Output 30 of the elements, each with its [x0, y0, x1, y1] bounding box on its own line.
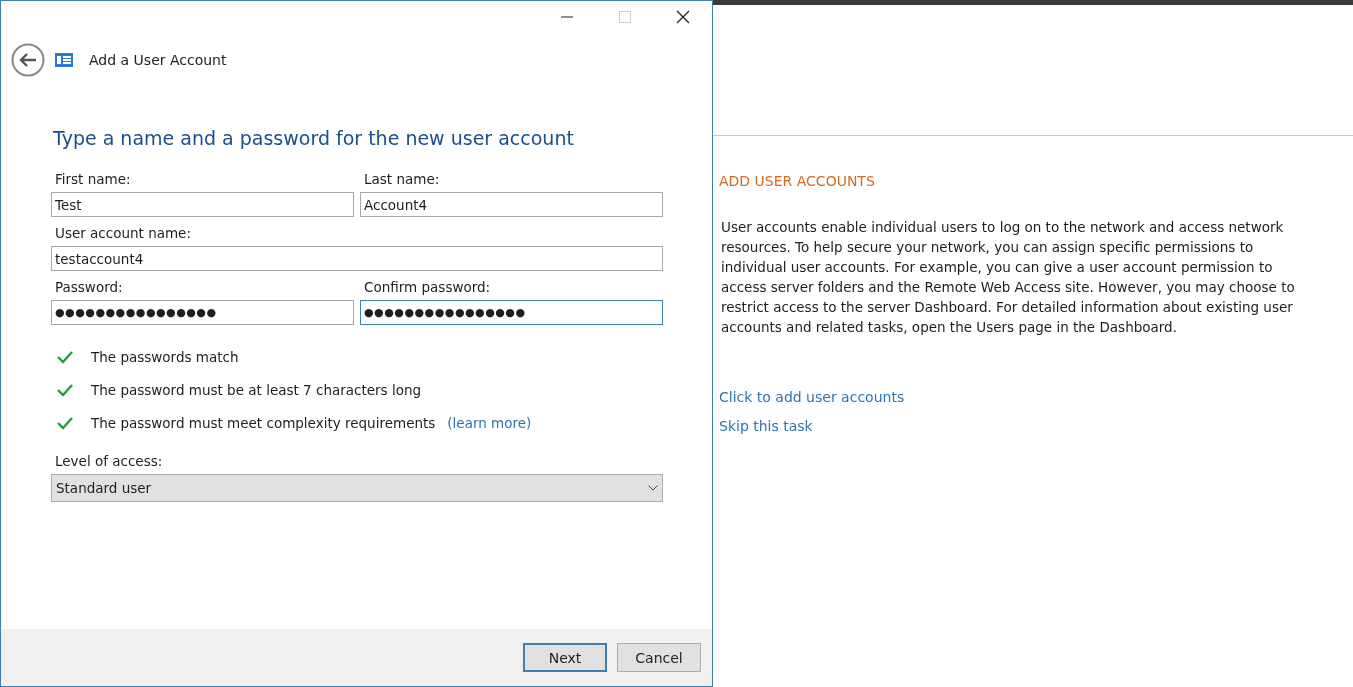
next-button[interactable]: Next	[523, 643, 607, 672]
password-field[interactable]: ●●●●●●●●●●●●●●●●	[360, 300, 663, 325]
chevron-down-icon	[648, 485, 658, 491]
text-field[interactable]: testaccount4	[51, 246, 663, 271]
access-dropdown[interactable]: Standard user	[51, 474, 663, 502]
requirement-text: The password must be at least 7 characters long	[91, 382, 422, 398]
field-label: User account name:	[55, 225, 192, 241]
description-text: User accounts enable individual users to log on to the network and access network resources. To help secure your network, you can assign specific permissions to individual user accounts. For example, you can give a user account permission to access server folders and the Remote Web Access site. However, you may choose to restrict access to the server Dashboard. For detailed information about existing user accounts and related tasks, open the Users page in the Dashboard.	[721, 218, 1296, 337]
password-field[interactable]: ●●●●●●●●●●●●●●●●	[51, 300, 354, 325]
requirement-text: The passwords match	[91, 349, 239, 365]
close-icon	[676, 10, 690, 24]
task-link[interactable]: Skip this task	[719, 418, 1313, 434]
back-button[interactable]	[11, 43, 45, 77]
maximize-icon	[619, 11, 631, 23]
page-heading: Type a name and a password for the new user account	[53, 127, 575, 149]
section-title: ADD USER ACCOUNTS	[719, 173, 876, 189]
task-link[interactable]: Click to add user accounts	[719, 389, 1313, 405]
field-label: Password:	[55, 279, 124, 295]
field-label: Last name:	[364, 171, 441, 187]
field-label: Level of access:	[55, 453, 164, 469]
cancel-button[interactable]: Cancel	[617, 643, 701, 672]
learn-more-link[interactable]: (learn more)	[447, 415, 532, 431]
minimize-icon	[561, 16, 573, 18]
app-icon	[55, 53, 73, 67]
field-label: Confirm password:	[364, 279, 492, 295]
window-title: Add a User Account	[89, 52, 227, 68]
field-label: First name:	[55, 171, 132, 187]
text-field[interactable]: Test	[51, 192, 354, 217]
text-field[interactable]: Account4	[360, 192, 663, 217]
requirement-text: The password must meet complexity requirements	[91, 415, 436, 431]
